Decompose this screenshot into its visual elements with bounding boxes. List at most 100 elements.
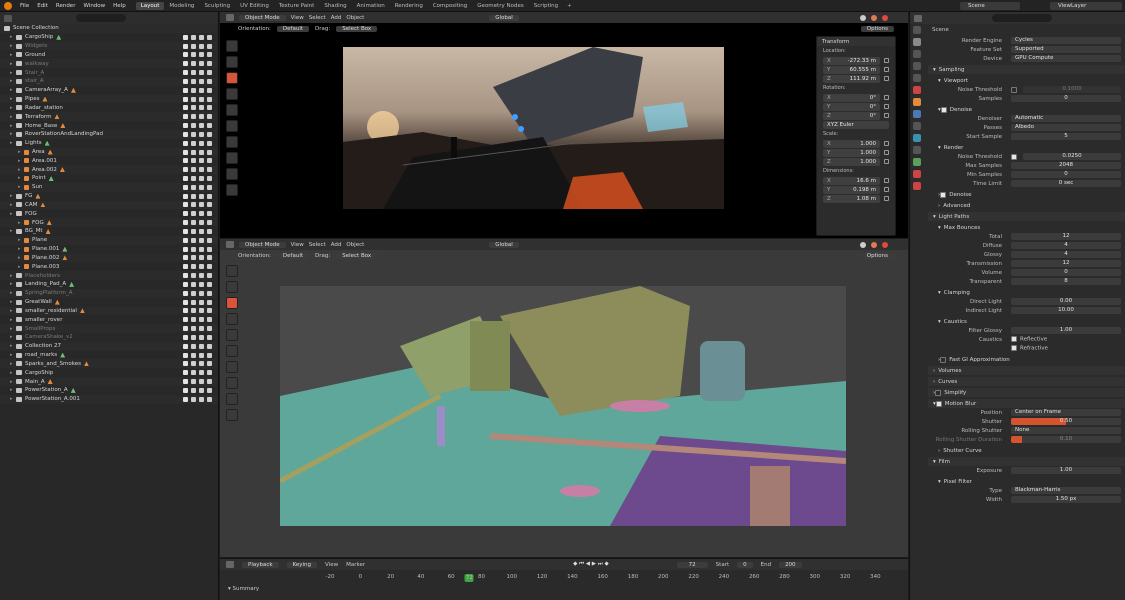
visibility-eye-icon[interactable]: [191, 96, 196, 102]
render-camera-icon[interactable]: [207, 149, 212, 155]
min-samples-field[interactable]: 0: [1011, 171, 1121, 178]
render-camera-icon[interactable]: [207, 220, 212, 226]
tab-texture-paint[interactable]: Texture Paint: [274, 2, 320, 10]
outliner-row[interactable]: ▸ Area.001: [0, 156, 218, 165]
visibility-eye-icon[interactable]: [191, 149, 196, 155]
outliner-editor-icon[interactable]: [4, 14, 12, 22]
summary-row[interactable]: ▾ Summary: [220, 586, 908, 592]
exclude-checkbox[interactable]: [183, 175, 188, 181]
outliner-row[interactable]: ▸ Radar_station: [0, 103, 218, 112]
location-x-field[interactable]: X -272.33 m: [823, 56, 880, 65]
visibility-eye-icon[interactable]: [191, 123, 196, 129]
visibility-eye-icon[interactable]: [191, 290, 196, 296]
viewport-toggle-icon[interactable]: [199, 281, 204, 287]
exclude-checkbox[interactable]: [183, 352, 188, 358]
exclude-checkbox[interactable]: [183, 343, 188, 349]
outliner-row[interactable]: ▸ CameraShake_v2: [0, 333, 218, 342]
device-dropdown[interactable]: GPU Compute: [1011, 55, 1121, 62]
viewport-toggle-icon[interactable]: [199, 105, 204, 111]
render-camera-icon[interactable]: [207, 308, 212, 314]
shading-rendered-icon[interactable]: [882, 241, 888, 248]
outliner-row[interactable]: ▸ RoverStationAndLandingPad: [0, 129, 218, 139]
exclude-checkbox[interactable]: [183, 387, 188, 393]
viewport-toggle-icon[interactable]: [199, 308, 204, 314]
bounce-glossy-field[interactable]: 4: [1011, 251, 1121, 258]
outliner-row[interactable]: ▸ Main_A: [0, 377, 218, 386]
render-camera-icon[interactable]: [207, 396, 212, 402]
outliner-row[interactable]: ▸ Sparks_and_Smokes: [0, 359, 218, 369]
viewport-toggle-icon[interactable]: [199, 184, 204, 190]
outliner-row[interactable]: ▸ Area.002: [0, 165, 218, 175]
visibility-eye-icon[interactable]: [191, 202, 196, 208]
keying-menu[interactable]: Keying: [286, 561, 318, 568]
render-camera-icon[interactable]: [207, 105, 212, 111]
render-engine-dropdown[interactable]: Cycles: [1011, 37, 1121, 44]
outliner-row[interactable]: ▸ Stair_A: [0, 68, 218, 77]
visibility-eye-icon[interactable]: [191, 326, 196, 332]
passes-dropdown[interactable]: Albedo: [1011, 124, 1121, 131]
play-controls[interactable]: ◆ ⏮ ◀ ▶ ⏭ ◆: [573, 561, 609, 568]
outliner-row[interactable]: ▸ Plane.003: [0, 262, 218, 271]
viewport-toggle-icon[interactable]: [199, 379, 204, 385]
viewport-toggle-icon[interactable]: [199, 43, 204, 49]
render-camera-icon[interactable]: [207, 175, 212, 181]
annotate-tool-icon[interactable]: [226, 361, 238, 373]
render-camera-icon[interactable]: [207, 228, 212, 234]
playback-menu[interactable]: Playback: [242, 561, 279, 568]
rotation-x-field[interactable]: X 0°: [823, 93, 880, 102]
exclude-checkbox[interactable]: [183, 361, 188, 367]
visibility-eye-icon[interactable]: [191, 43, 196, 49]
data-tab-icon[interactable]: [913, 158, 921, 166]
world-tab-icon[interactable]: [913, 86, 921, 94]
vp-samples-field[interactable]: 0: [1011, 95, 1121, 102]
viewport-toggle-icon[interactable]: [199, 114, 204, 120]
select-menu[interactable]: Select: [309, 242, 326, 248]
render-camera-icon[interactable]: [207, 290, 212, 296]
vp-noise-threshold-field[interactable]: 0.1000: [1023, 86, 1121, 93]
outliner-row[interactable]: ▸ PowerStation_A.001: [0, 394, 218, 404]
exclude-checkbox[interactable]: [183, 334, 188, 340]
rotate-tool-icon[interactable]: [226, 88, 238, 100]
tab-modeling[interactable]: Modeling: [164, 2, 199, 10]
render-camera-icon[interactable]: [207, 43, 212, 49]
filter-type-dropdown[interactable]: Blackman-Harris: [1011, 487, 1121, 494]
outliner-row[interactable]: ▸ GreatWall: [0, 298, 218, 307]
lock-icon[interactable]: [884, 159, 889, 164]
outliner-row[interactable]: ▸ Sun: [0, 182, 218, 192]
menu-item-file[interactable]: File: [16, 3, 33, 9]
outliner-row[interactable]: ▸ stair_A: [0, 76, 218, 86]
shutter-curve-subpanel-header[interactable]: › Shutter Curve: [928, 446, 1125, 455]
exclude-checkbox[interactable]: [183, 281, 188, 287]
outliner-row[interactable]: ▸ Placeholders: [0, 271, 218, 281]
bounce-transparent-field[interactable]: 8: [1011, 278, 1121, 285]
outliner-row[interactable]: ▸ SmallProps: [0, 324, 218, 333]
shutter-slider[interactable]: 0.50: [1011, 418, 1121, 425]
visibility-eye-icon[interactable]: [191, 379, 196, 385]
view-menu[interactable]: View: [291, 242, 304, 248]
render-camera-icon[interactable]: [207, 352, 212, 358]
outliner-row[interactable]: ▸ smaller_residential: [0, 306, 218, 316]
output-tab-icon[interactable]: [913, 50, 921, 58]
exclude-checkbox[interactable]: [183, 326, 188, 332]
viewport-toggle-icon[interactable]: [199, 228, 204, 234]
object-tab-icon[interactable]: [913, 98, 921, 106]
end-frame-field[interactable]: 200: [779, 561, 802, 568]
viewport-toggle-icon[interactable]: [199, 387, 204, 393]
visibility-eye-icon[interactable]: [191, 273, 196, 279]
exclude-checkbox[interactable]: [183, 370, 188, 376]
render-camera-icon[interactable]: [207, 343, 212, 349]
physics-tab-icon[interactable]: [913, 134, 921, 142]
editor-type-icon[interactable]: [226, 14, 234, 21]
motion-blur-panel-header[interactable]: ▾ Motion Blur: [928, 399, 1125, 408]
outliner-row[interactable]: ▸ walkway: [0, 59, 218, 69]
exclude-checkbox[interactable]: [183, 211, 188, 217]
visibility-eye-icon[interactable]: [191, 211, 196, 217]
transform-header[interactable]: Transform: [817, 37, 895, 46]
dimensions-y-field[interactable]: Y 0.198 m: [823, 185, 880, 194]
object-menu[interactable]: Object: [346, 15, 364, 21]
refractive-checkbox[interactable]: Refractive: [1011, 345, 1048, 352]
max-bounces-subpanel-header[interactable]: ▾ Max Bounces: [928, 223, 1125, 232]
lock-icon[interactable]: [884, 113, 889, 118]
viewport-toggle-icon[interactable]: [199, 396, 204, 402]
select-menu[interactable]: Select: [309, 15, 326, 21]
